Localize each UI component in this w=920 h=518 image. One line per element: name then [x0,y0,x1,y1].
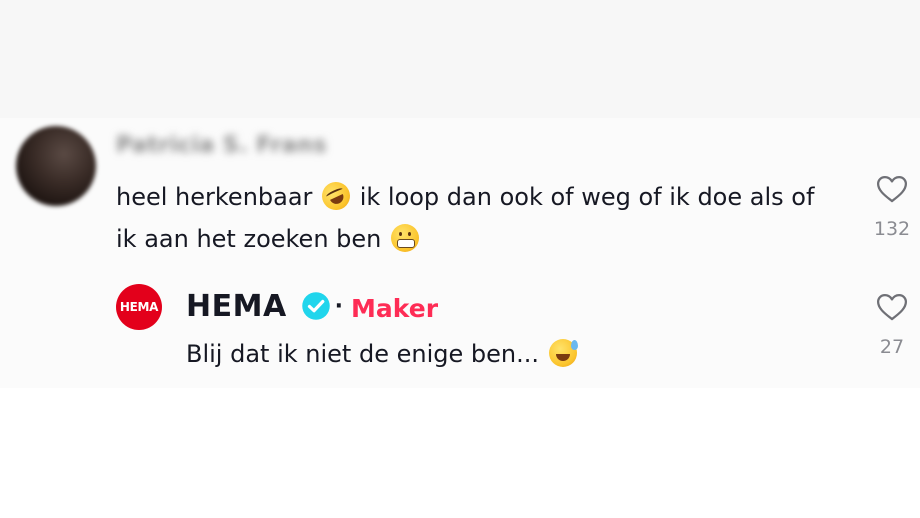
reply-header: HEMA · Maker [186,286,438,326]
maker-badge: Maker [351,293,439,323]
verified-badge-icon [301,292,330,320]
avatar[interactable] [16,126,96,206]
hema-avatar[interactable]: HEMA [116,284,162,330]
heart-icon[interactable] [875,172,909,206]
grinning-face-with-sweat-emoji-icon [548,339,578,367]
comments-panel: Patricia S. Frans heel herkenbaar ik loo… [0,0,920,518]
reply-author-name[interactable]: HEMA [186,289,287,324]
heart-icon[interactable] [875,290,909,324]
background-bottom [0,388,920,518]
comment-text: heel herkenbaar ik loop dan ook of weg o… [116,176,836,260]
comment-text-part1: heel herkenbaar [116,183,313,211]
separator-dot: · [334,293,344,319]
reply-text-content: Blij dat ik niet de enige ben... [186,340,539,368]
like-count: 27 [879,336,905,358]
rolling-on-floor-laughing-emoji-icon [317,177,355,215]
comment-like: 132 [862,172,920,240]
like-count: 132 [873,218,911,240]
comment-author-name[interactable]: Patricia S. Frans [116,133,327,158]
reply-like: 27 [862,290,920,358]
grimacing-face-emoji-icon [391,224,420,252]
reply-text: Blij dat ik niet de enige ben... [186,334,579,374]
background-top [0,0,920,118]
